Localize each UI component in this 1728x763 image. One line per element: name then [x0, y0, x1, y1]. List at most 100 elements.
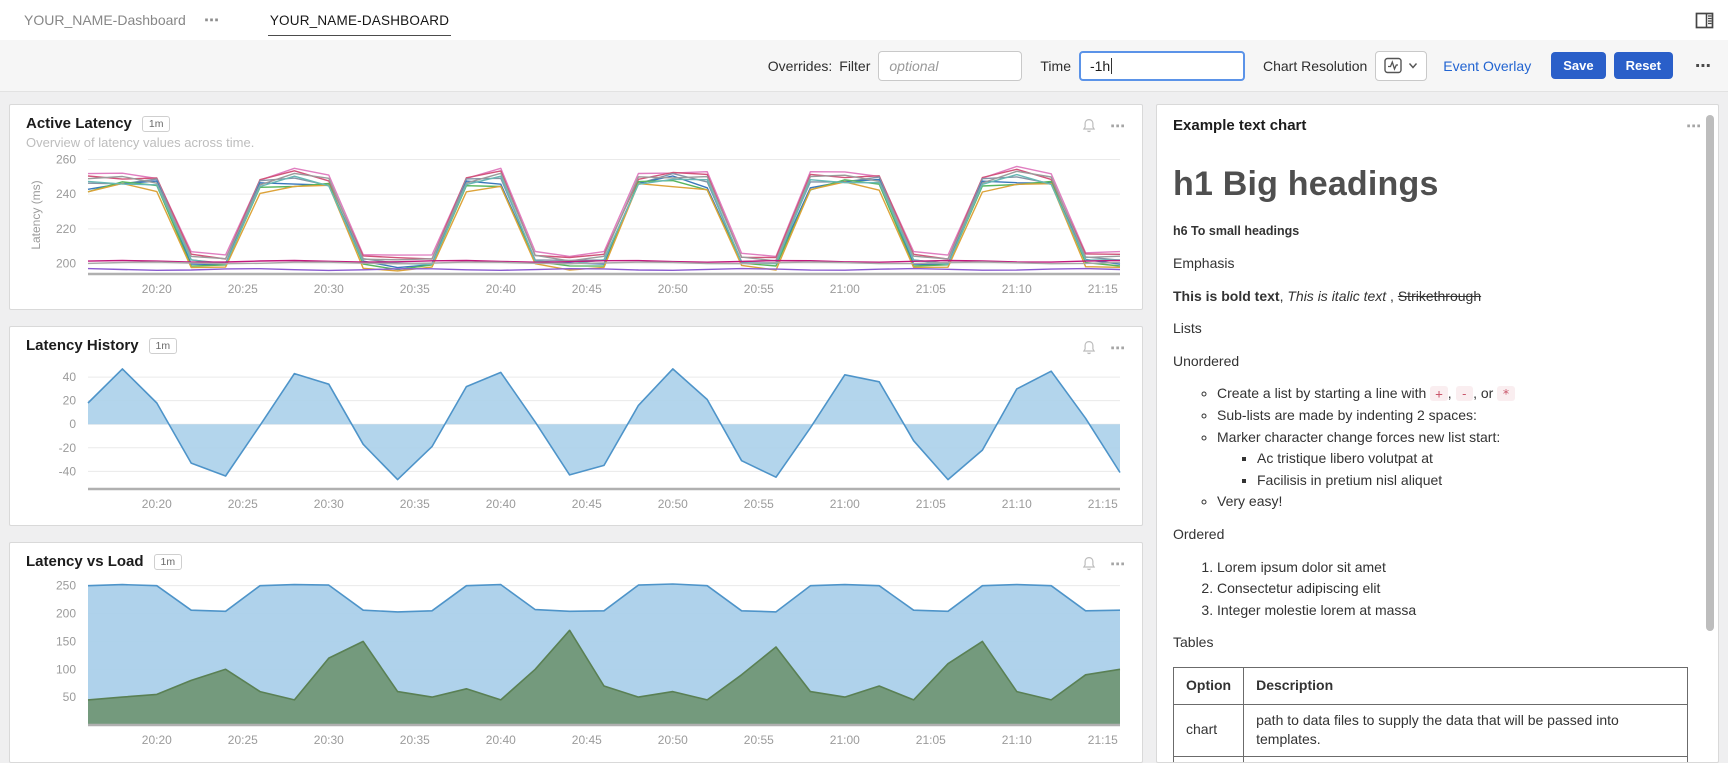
md-h6: h6 To small headings: [1173, 223, 1703, 241]
tab-dashboard[interactable]: YOUR_NAME-DASHBOARD: [268, 4, 451, 36]
svg-text:20:45: 20:45: [572, 733, 602, 747]
inline-code: -: [1456, 386, 1474, 401]
svg-text:21:05: 21:05: [916, 282, 946, 296]
resolution-badge: 1m: [154, 554, 183, 570]
panel-scrollbar[interactable]: [1706, 115, 1714, 631]
table-row: engine engine to be used for processing …: [1174, 756, 1688, 763]
time-input[interactable]: -1h: [1079, 51, 1245, 81]
toolbar-more-icon[interactable]: ⋯: [1691, 56, 1716, 76]
chart-card-latency-vs-load: Latency vs Load 1m ⋯ 2502001501005020:20…: [9, 542, 1143, 763]
svg-text:20:45: 20:45: [572, 497, 602, 511]
latency-history-chart[interactable]: 40200-20-4020:2020:2520:3020:3520:4020:4…: [26, 357, 1128, 515]
time-value: -1h: [1090, 58, 1110, 74]
md-lists-label: Lists: [1173, 319, 1703, 339]
table-header: Option: [1174, 668, 1244, 705]
svg-text:20:35: 20:35: [400, 733, 430, 747]
list-item: Lorem ipsum dolor sit amet: [1217, 558, 1703, 578]
svg-text:220: 220: [56, 222, 76, 236]
chart-more-icon[interactable]: ⋯: [1110, 555, 1126, 573]
svg-text:50: 50: [63, 690, 77, 704]
svg-text:20:30: 20:30: [314, 497, 344, 511]
svg-text:20:55: 20:55: [744, 497, 774, 511]
svg-text:21:15: 21:15: [1088, 733, 1118, 747]
svg-text:250: 250: [56, 579, 76, 593]
filter-label: Filter: [839, 58, 870, 74]
svg-text:21:10: 21:10: [1002, 282, 1032, 296]
top-bar: YOUR_NAME-Dashboard ⋯ YOUR_NAME-DASHBOAR…: [0, 0, 1728, 40]
list-item: Consectetur adipiscing elit: [1217, 579, 1703, 599]
svg-text:200: 200: [56, 257, 76, 271]
svg-text:21:05: 21:05: [916, 733, 946, 747]
chart-title: Active Latency: [26, 115, 132, 132]
chart-card-active-latency: Active Latency 1m Overview of latency va…: [9, 104, 1143, 310]
sidebar-panel-toggle-icon[interactable]: [1695, 11, 1714, 30]
list-item: Sub-lists are made by indenting 2 spaces…: [1217, 406, 1703, 426]
svg-text:20:55: 20:55: [744, 733, 774, 747]
list-item: Facilisis in pretium nisl aliquet: [1257, 471, 1703, 491]
bell-icon[interactable]: [1082, 340, 1096, 356]
list-item: Create a list by starting a line with +,…: [1217, 384, 1703, 404]
chart-more-icon[interactable]: ⋯: [1110, 117, 1126, 135]
filter-input[interactable]: [878, 51, 1022, 81]
event-overlay-link[interactable]: Event Overlay: [1443, 58, 1531, 74]
dashboard-group-more-icon[interactable]: ⋯: [204, 11, 220, 29]
chart-resolution-dropdown[interactable]: [1375, 51, 1427, 81]
chart-card-latency-history: Latency History 1m ⋯ 40200-20-4020:2020:…: [9, 326, 1143, 526]
inline-code: *: [1497, 386, 1515, 401]
chart-more-icon[interactable]: ⋯: [1686, 117, 1702, 135]
pulse-chart-icon: [1384, 57, 1403, 74]
svg-text:100: 100: [56, 662, 76, 676]
bell-icon[interactable]: [1082, 118, 1096, 134]
options-table: Option Description chart path to data fi…: [1173, 667, 1688, 763]
svg-text:21:15: 21:15: [1088, 497, 1118, 511]
svg-text:20:35: 20:35: [400, 282, 430, 296]
svg-text:20: 20: [63, 394, 77, 408]
svg-text:20:30: 20:30: [314, 733, 344, 747]
svg-text:20:25: 20:25: [228, 282, 258, 296]
svg-text:20:35: 20:35: [400, 497, 430, 511]
svg-text:150: 150: [56, 634, 76, 648]
svg-text:Latency (ms): Latency (ms): [29, 180, 43, 249]
svg-text:21:10: 21:10: [1002, 497, 1032, 511]
chart-more-icon[interactable]: ⋯: [1110, 339, 1126, 357]
overrides-label: Overrides:: [768, 58, 833, 74]
svg-text:20:20: 20:20: [142, 282, 172, 296]
active-latency-chart[interactable]: 260240220200Latency (ms)20:2020:2520:302…: [26, 150, 1128, 300]
list-item: Marker character change forces new list …: [1217, 428, 1703, 491]
md-tables-label: Tables: [1173, 633, 1703, 653]
table-header: Description: [1244, 668, 1688, 705]
save-button[interactable]: Save: [1551, 52, 1605, 79]
svg-text:260: 260: [56, 152, 76, 166]
table-row: chart path to data files to supply the d…: [1174, 704, 1688, 756]
svg-text:21:00: 21:00: [830, 733, 860, 747]
svg-text:20:55: 20:55: [744, 282, 774, 296]
text-chart-card: Example text chart ⋯ h1 Big headings h6 …: [1156, 104, 1719, 763]
chart-title: Latency vs Load: [26, 553, 144, 570]
markdown-content: h1 Big headings h6 To small headings Emp…: [1173, 161, 1703, 763]
svg-text:20:40: 20:40: [486, 282, 516, 296]
inline-code: +: [1430, 386, 1448, 401]
svg-text:21:10: 21:10: [1002, 733, 1032, 747]
svg-text:20:20: 20:20: [142, 733, 172, 747]
list-item: Ac tristique libero volutpat at: [1257, 449, 1703, 469]
svg-text:21:00: 21:00: [830, 497, 860, 511]
svg-text:240: 240: [56, 187, 76, 201]
svg-text:20:20: 20:20: [142, 497, 172, 511]
resolution-badge: 1m: [149, 338, 178, 354]
svg-text:-40: -40: [59, 464, 77, 478]
bell-icon[interactable]: [1082, 556, 1096, 572]
resolution-badge: 1m: [142, 116, 171, 132]
chevron-down-icon: [1408, 62, 1418, 69]
list-item: Integer molestie lorem at massa: [1217, 601, 1703, 621]
latency-vs-load-chart[interactable]: 2502001501005020:2020:2520:3020:3520:402…: [26, 573, 1128, 751]
chart-resolution-label: Chart Resolution: [1263, 58, 1367, 74]
svg-text:20:25: 20:25: [228, 733, 258, 747]
svg-text:20:40: 20:40: [486, 733, 516, 747]
svg-text:20:40: 20:40: [486, 497, 516, 511]
list-item: Very easy!: [1217, 492, 1703, 512]
reset-button[interactable]: Reset: [1614, 52, 1673, 79]
md-h1: h1 Big headings: [1173, 161, 1703, 209]
overrides-toolbar: Overrides: Filter Time -1h Chart Resolut…: [0, 40, 1728, 92]
dashboard-group-name[interactable]: YOUR_NAME-Dashboard: [24, 12, 186, 28]
time-label: Time: [1040, 58, 1071, 74]
